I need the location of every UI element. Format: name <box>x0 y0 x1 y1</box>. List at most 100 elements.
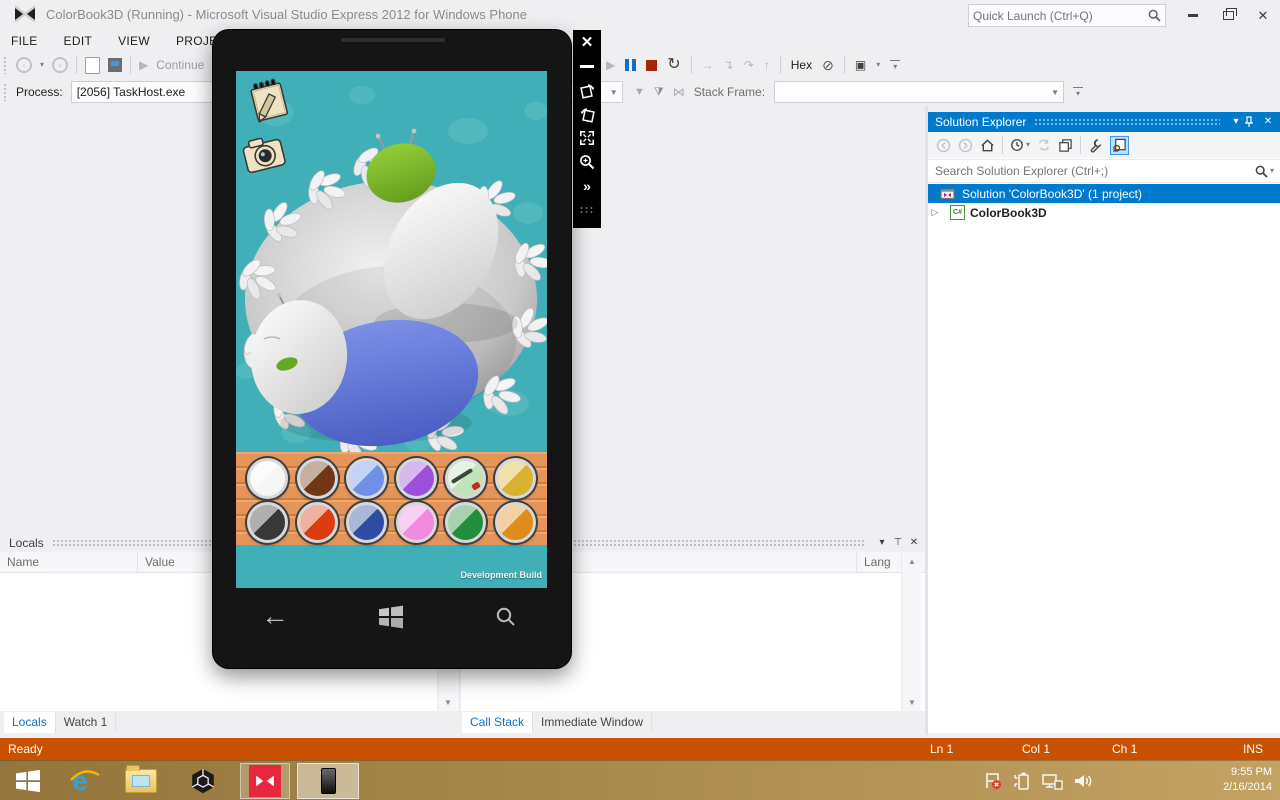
show-threads-icon[interactable]: ⋈ <box>673 85 685 99</box>
scroll-down-icon[interactable]: ▼ <box>438 694 458 711</box>
toolbar-overflow-icon[interactable]: ▾ <box>890 60 900 71</box>
restore-button[interactable] <box>1215 6 1241 24</box>
unity-button[interactable] <box>180 763 226 799</box>
solution-explorer-searchbox[interactable]: ▾ <box>928 159 1280 183</box>
flag-threads-icon[interactable]: ⧩ <box>654 86 664 99</box>
phone-search-button[interactable] <box>495 606 517 628</box>
visual-studio-taskbar-button[interactable] <box>240 763 290 799</box>
callstack-scrollbar[interactable]: ▲ ▼ <box>901 553 921 711</box>
properties-wrench-icon[interactable] <box>1088 138 1103 153</box>
back-button[interactable]: ← <box>261 602 289 630</box>
search-icon[interactable]: ▾ <box>1255 165 1280 178</box>
forward-icon[interactable] <box>958 138 973 153</box>
minimize-button[interactable] <box>1180 6 1206 24</box>
paint-pot-white[interactable] <box>247 458 288 499</box>
camera-button[interactable] <box>238 129 290 181</box>
phone-emulator-taskbar-button[interactable] <box>297 763 359 799</box>
close-icon[interactable]: ✕ <box>1260 117 1276 127</box>
action-center-flag-icon[interactable] <box>983 771 1003 791</box>
new-file-icon[interactable] <box>85 57 100 74</box>
menu-view[interactable]: VIEW <box>118 34 150 48</box>
tab-locals[interactable]: Locals <box>4 712 56 733</box>
volume-icon[interactable] <box>1072 771 1094 791</box>
close-icon[interactable]: ✕ <box>906 538 922 548</box>
paint-pot-orange[interactable] <box>495 502 536 543</box>
paint-pot-purple[interactable] <box>396 458 437 499</box>
preview-selected-items-toggle[interactable] <box>1110 136 1129 155</box>
show-next-statement-icon[interactable]: → <box>702 59 714 71</box>
solution-search-input[interactable] <box>928 164 1255 178</box>
suppress-jit-icon[interactable]: ⊘ <box>822 58 834 72</box>
paint-pot-navy[interactable] <box>346 502 387 543</box>
expander-icon[interactable]: ▷ <box>928 207 942 218</box>
toolbar-grip[interactable] <box>3 83 8 101</box>
window-position-icon[interactable]: ▾ <box>874 538 890 548</box>
navigate-back-icon[interactable]: ‹ <box>16 57 32 73</box>
tree-node-project[interactable]: ▷ C# ColorBook3D <box>928 203 1280 222</box>
quick-launch-box[interactable] <box>968 4 1166 27</box>
collapse-all-icon[interactable] <box>1058 138 1073 153</box>
fit-to-screen-icon[interactable] <box>573 126 601 150</box>
continue-play-icon[interactable]: ▶ <box>139 58 148 72</box>
file-explorer-button[interactable] <box>118 763 164 799</box>
paint-pot-green[interactable] <box>445 502 486 543</box>
menu-file[interactable]: FILE <box>11 34 38 48</box>
menu-edit[interactable]: EDIT <box>64 34 93 48</box>
expand-tools-icon[interactable]: » <box>573 174 601 198</box>
start-icon[interactable]: ▶ <box>606 58 615 72</box>
rotate-right-icon[interactable] <box>573 102 601 126</box>
paint-pot-brown[interactable] <box>297 458 338 499</box>
step-over-icon[interactable]: ↷ <box>744 59 754 71</box>
step-out-icon[interactable]: ↑ <box>764 59 770 71</box>
stack-frame-combobox[interactable]: ▼ <box>774 81 1064 103</box>
paint-pot-pink[interactable] <box>396 502 437 543</box>
tree-node-solution[interactable]: Solution 'ColorBook3D' (1 project) <box>928 184 1280 203</box>
pin-icon[interactable]: ⊤ <box>890 538 906 548</box>
breakpoints-window-icon[interactable]: ▣ <box>855 59 866 71</box>
internet-explorer-button[interactable]: e <box>58 763 102 799</box>
navigate-forward-icon[interactable]: › <box>52 57 68 73</box>
notepad-button[interactable] <box>244 76 294 126</box>
column-name[interactable]: Name <box>0 552 138 572</box>
power-battery-icon[interactable] <box>1012 771 1032 791</box>
close-button[interactable]: ✕ <box>1250 6 1276 24</box>
break-all-icon[interactable] <box>625 59 636 71</box>
paint-pot-cornflower-blue[interactable] <box>346 458 387 499</box>
pin-icon[interactable] <box>1244 116 1260 128</box>
tab-immediate-window[interactable]: Immediate Window <box>533 712 652 733</box>
restart-icon[interactable]: ↻ <box>667 57 680 73</box>
paint-pot-black[interactable] <box>247 502 288 543</box>
step-into-icon[interactable]: ↴ <box>724 59 734 71</box>
hex-toggle-button[interactable]: Hex <box>791 58 812 72</box>
pending-changes-filter-icon[interactable]: ▾ <box>1010 138 1030 152</box>
window-position-icon[interactable]: ▾ <box>1228 117 1244 127</box>
scroll-down-icon[interactable]: ▼ <box>902 694 922 711</box>
emulator-toolbar-grip[interactable] <box>579 206 595 214</box>
zoom-icon[interactable] <box>573 150 601 174</box>
navigate-back-dropdown-icon[interactable]: ▾ <box>40 61 44 69</box>
stop-debugging-icon[interactable] <box>646 60 657 71</box>
paint-pot-red[interactable] <box>297 502 338 543</box>
start-button[interactable] <box>6 763 50 799</box>
paint-pot-pale-green[interactable] <box>445 458 486 499</box>
continue-button[interactable]: Continue <box>156 58 204 72</box>
emulator-minimize-icon[interactable] <box>573 54 601 78</box>
windows-dropdown-icon[interactable]: ▾ <box>876 61 880 69</box>
save-icon[interactable] <box>108 58 122 72</box>
home-icon[interactable] <box>980 138 995 153</box>
thread-filter-icon[interactable]: ▼ <box>634 86 645 98</box>
rotate-left-icon[interactable] <box>573 78 601 102</box>
windows-start-button[interactable] <box>377 603 405 631</box>
network-icon[interactable] <box>1041 771 1063 791</box>
back-icon[interactable] <box>936 138 951 153</box>
refresh-icon[interactable] <box>1037 138 1051 152</box>
tab-callstack[interactable]: Call Stack <box>462 712 533 733</box>
taskbar-clock[interactable]: 9:55 PM 2/16/2014 <box>1223 765 1272 795</box>
toolbar-grip[interactable] <box>3 56 8 74</box>
solution-explorer-titlebar[interactable]: Solution Explorer ▾ ✕ <box>928 112 1280 132</box>
tab-watch1[interactable]: Watch 1 <box>56 712 117 733</box>
toolbar-overflow-icon[interactable]: ▾ <box>1073 87 1083 98</box>
paint-pot-gold[interactable] <box>495 458 536 499</box>
emulator-close-icon[interactable]: ✕ <box>573 30 601 54</box>
scroll-up-icon[interactable]: ▲ <box>902 553 922 570</box>
